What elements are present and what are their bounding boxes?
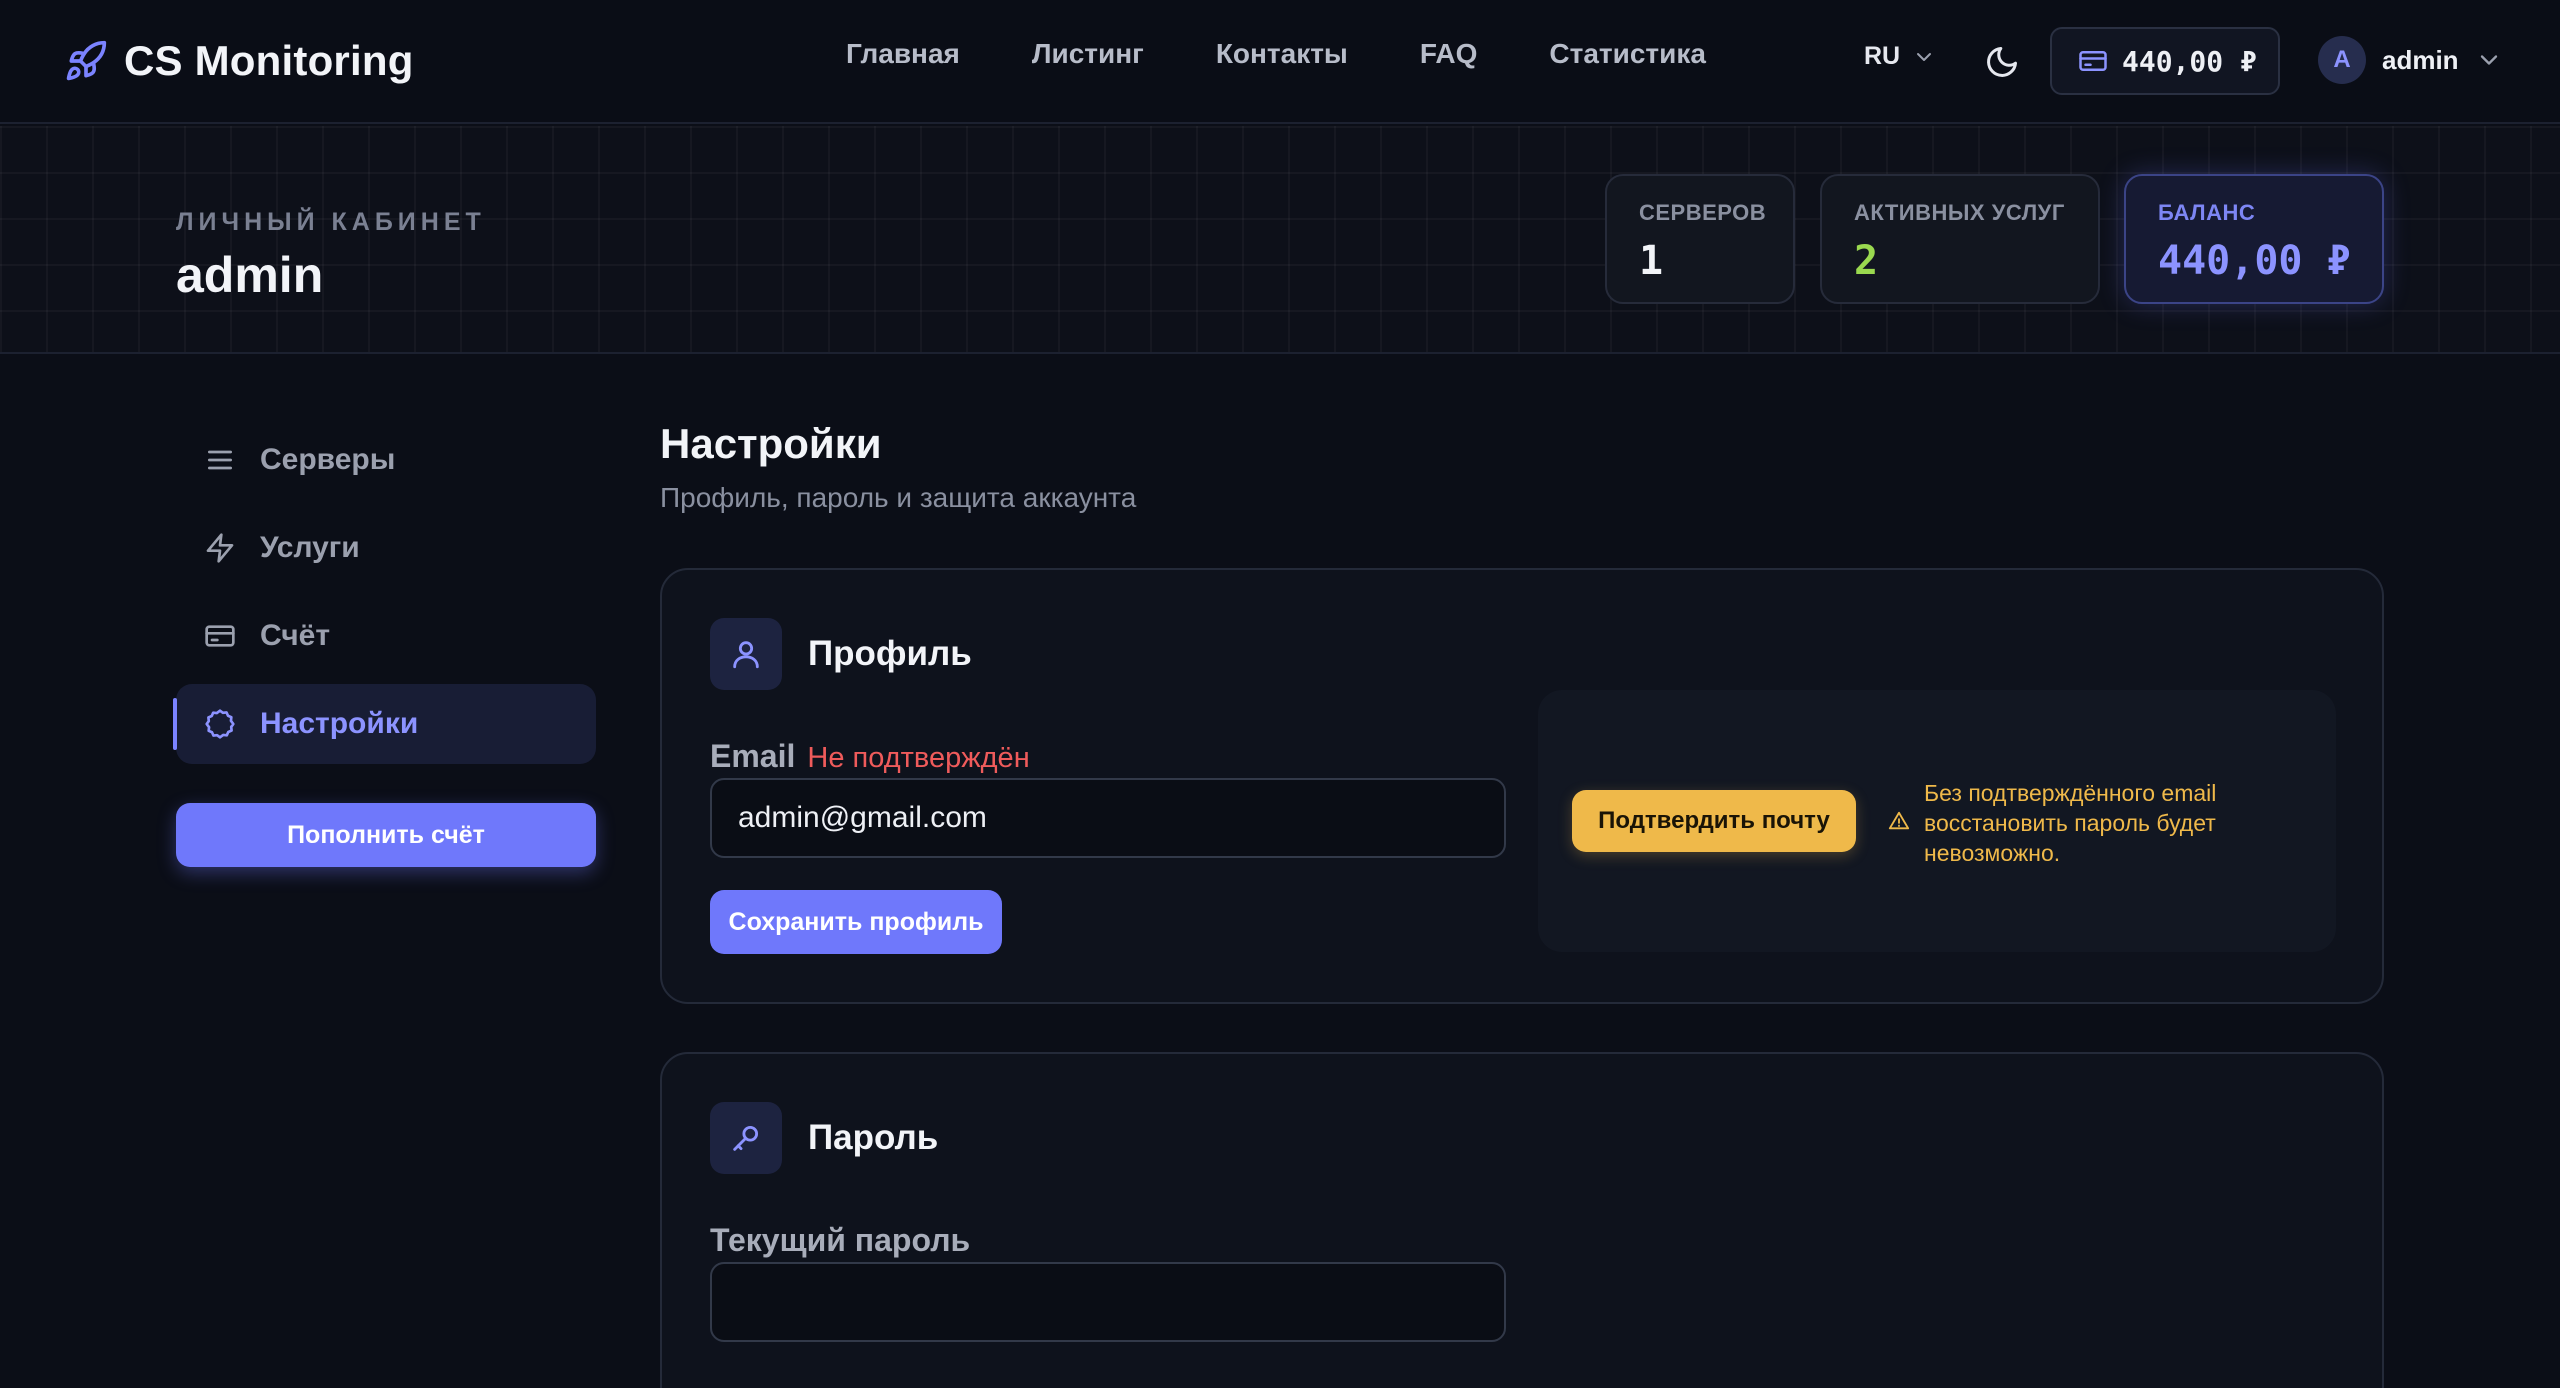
- top-navbar: CS Monitoring Главная Листинг Контакты F…: [0, 0, 2560, 124]
- stat-active-services: АКТИВНЫХ УСЛУГ 2: [1820, 174, 2100, 304]
- nav-link-home[interactable]: Главная: [846, 38, 960, 70]
- moon-icon: [1984, 44, 2020, 80]
- wallet-balance-button[interactable]: 440,00 ₽: [2050, 27, 2280, 95]
- password-card: Пароль Текущий пароль: [660, 1052, 2384, 1388]
- email-label: Email: [710, 738, 796, 774]
- sidebar-item-label: Услуги: [260, 531, 360, 564]
- stat-active-services-label: АКТИВНЫХ УСЛУГ: [1854, 200, 2065, 225]
- credit-card-icon: [204, 620, 236, 652]
- email-verification-panel: Подтвердить почту Без подтверждённого em…: [1538, 690, 2336, 952]
- list-icon: [204, 444, 236, 476]
- sidebar-item-servers[interactable]: Серверы: [176, 420, 596, 500]
- chevron-down-icon: [2475, 46, 2503, 74]
- nav-link-listing[interactable]: Листинг: [1032, 38, 1144, 70]
- key-icon: [710, 1102, 782, 1174]
- sidebar-item-settings[interactable]: Настройки: [173, 684, 596, 764]
- password-card-title: Пароль: [808, 1118, 939, 1157]
- logo[interactable]: CS Monitoring: [64, 30, 414, 92]
- nav-link-faq[interactable]: FAQ: [1420, 38, 1478, 70]
- stat-servers-value: 1: [1639, 238, 1664, 284]
- language-selector[interactable]: RU: [1864, 42, 1936, 71]
- language-label: RU: [1864, 42, 1901, 70]
- profile-card-title: Профиль: [808, 634, 972, 673]
- wallet-icon: [2078, 46, 2108, 76]
- logo-text: CS Monitoring: [124, 37, 414, 84]
- email-field[interactable]: [710, 778, 1506, 858]
- stat-servers-label: СЕРВЕРОВ: [1639, 200, 1767, 225]
- sidebar-item-label: Настройки: [260, 707, 419, 740]
- avatar: A: [2318, 36, 2366, 84]
- top-up-button[interactable]: Пополнить счёт: [176, 803, 596, 867]
- page-title: Настройки: [660, 420, 882, 467]
- settings-icon: [204, 708, 236, 740]
- user-name: admin: [2382, 44, 2459, 75]
- nav-link-statistics[interactable]: Статистика: [1549, 38, 1706, 70]
- stat-balance-label: БАЛАНС: [2158, 200, 2256, 225]
- account-banner: ЛИЧНЫЙ КАБИНЕТ admin СЕРВЕРОВ 1 АКТИВНЫХ…: [0, 126, 2560, 354]
- theme-toggle[interactable]: [1984, 44, 2020, 80]
- save-profile-button[interactable]: Сохранить профиль: [710, 890, 1002, 954]
- current-password-field[interactable]: [710, 1262, 1506, 1342]
- email-label-row: Email Не подтверждён: [710, 738, 1030, 775]
- stat-active-services-value: 2: [1854, 238, 1879, 284]
- sidebar-item-account[interactable]: Счёт: [176, 596, 596, 676]
- user-menu[interactable]: A admin: [2318, 36, 2503, 84]
- cabinet-username: admin: [176, 247, 324, 303]
- current-password-label: Текущий пароль: [710, 1222, 971, 1258]
- sidebar-item-services[interactable]: Услуги: [176, 508, 596, 588]
- email-unverified-status: Не подтверждён: [807, 742, 1030, 774]
- warning-icon: [1888, 810, 1910, 832]
- verification-warning: Без подтверждённого email восстановить п…: [1924, 780, 2217, 866]
- verify-email-button[interactable]: Подтвердить почту: [1572, 790, 1856, 852]
- nav-link-contacts[interactable]: Контакты: [1216, 38, 1348, 70]
- main-nav: Главная Листинг Контакты FAQ Статистика: [846, 38, 1706, 70]
- page-subtitle: Профиль, пароль и защита аккаунта: [660, 482, 1137, 513]
- current-password-label-row: Текущий пароль: [710, 1222, 970, 1259]
- stat-balance-value: 440,00 ₽: [2158, 238, 2351, 284]
- profile-card: Профиль Email Не подтверждён Сохранить п…: [660, 568, 2384, 1004]
- rocket-icon: [64, 39, 108, 83]
- wallet-balance: 440,00 ₽: [2122, 44, 2257, 78]
- lightning-icon: [204, 532, 236, 564]
- stat-balance: БАЛАНС 440,00 ₽: [2124, 174, 2384, 304]
- sidebar-item-label: Серверы: [260, 443, 396, 476]
- sidebar-item-label: Счёт: [260, 619, 331, 652]
- user-icon: [710, 618, 782, 690]
- stat-servers: СЕРВЕРОВ 1: [1605, 174, 1795, 304]
- cabinet-label: ЛИЧНЫЙ КАБИНЕТ: [176, 208, 486, 236]
- chevron-down-icon: [1912, 45, 1936, 69]
